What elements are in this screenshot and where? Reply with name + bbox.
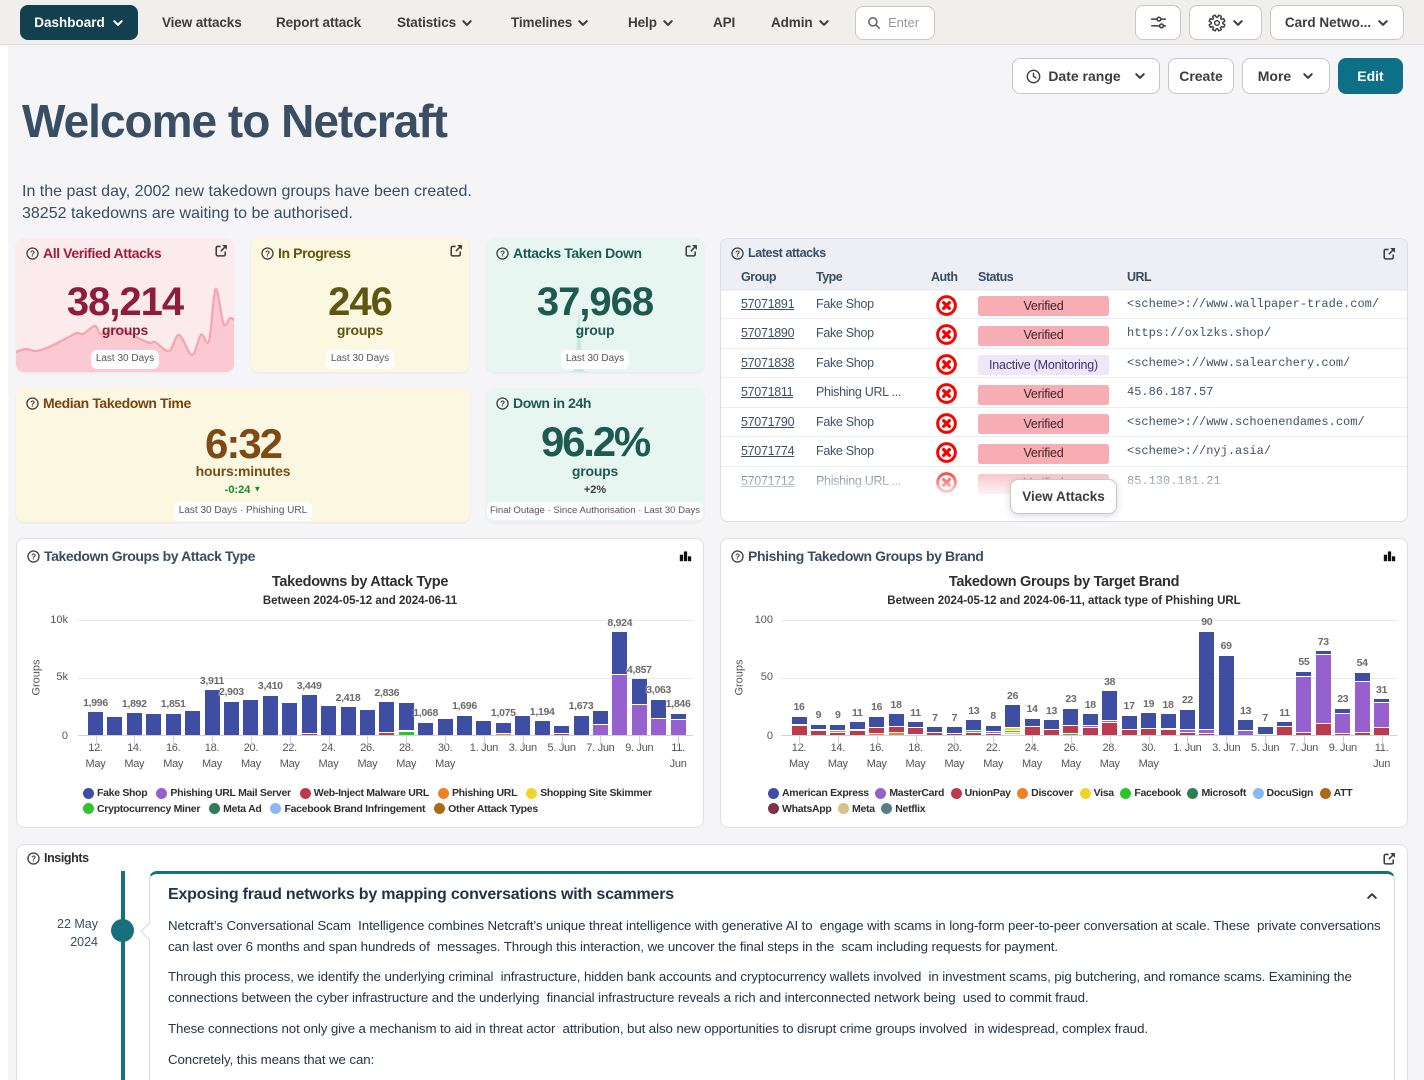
svg-text:?: ? [500,249,505,258]
svg-text:?: ? [265,249,270,258]
svg-text:?: ? [30,249,35,258]
svg-text:?: ? [735,552,740,561]
svg-text:?: ? [500,399,505,408]
svg-text:?: ? [31,552,36,561]
svg-text:?: ? [735,249,740,258]
svg-text:?: ? [31,854,36,863]
svg-text:?: ? [30,399,35,408]
